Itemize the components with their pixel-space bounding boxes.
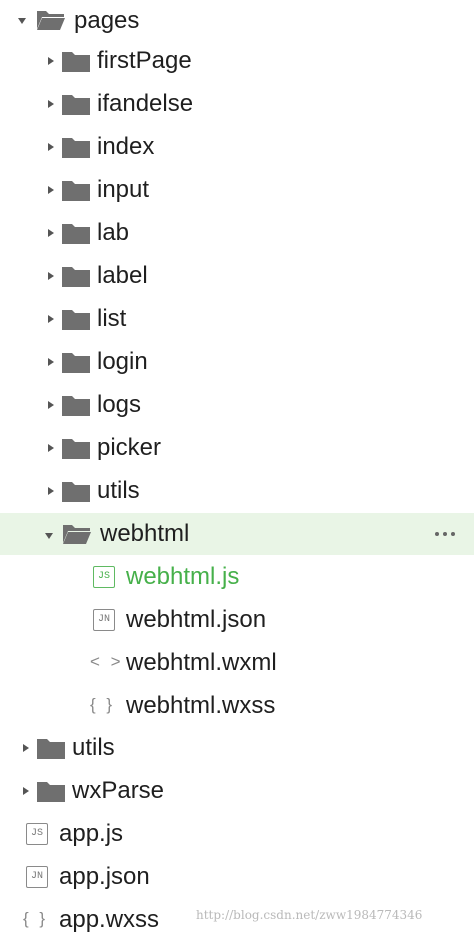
folder-icon — [37, 739, 65, 759]
folder-firstpage[interactable]: firstPage — [0, 40, 474, 82]
chevron-right-icon[interactable] — [48, 401, 54, 409]
js-file-icon: JS — [26, 823, 48, 845]
folder-index[interactable]: index — [0, 126, 474, 168]
folder-label: index — [97, 133, 155, 160]
folder-label: login — [97, 348, 148, 375]
wxss-file-icon: { } — [90, 695, 116, 714]
open-folder-icon — [63, 525, 91, 544]
folder-label: utils — [97, 477, 140, 504]
file-webhtml-json[interactable]: JN webhtml.json — [0, 599, 474, 641]
js-file-icon: JS — [93, 566, 115, 588]
file-webhtml-wxml[interactable]: < > webhtml.wxml — [0, 642, 474, 684]
file-webhtml-js[interactable]: JS webhtml.js — [0, 556, 474, 598]
json-file-icon: JN — [26, 866, 48, 888]
file-app-json[interactable]: JN app.json — [0, 856, 474, 898]
folder-label: input — [97, 176, 150, 203]
folder-pages[interactable]: pages — [0, 0, 474, 42]
watermark: http://blog.csdn.net/zww1984774346 — [196, 908, 423, 922]
folder-list[interactable]: list — [0, 298, 474, 340]
chevron-right-icon[interactable] — [23, 787, 29, 795]
file-webhtml-wxss[interactable]: { } webhtml.wxss — [0, 685, 474, 727]
file-label: app.js — [59, 820, 124, 847]
chevron-right-icon[interactable] — [48, 444, 54, 452]
folder-label: list — [97, 305, 127, 332]
folder-icon — [62, 138, 90, 158]
folder-icon — [62, 396, 90, 416]
folder-icon — [37, 782, 65, 802]
folder-label: pages — [74, 7, 140, 34]
chevron-right-icon[interactable] — [48, 229, 54, 237]
folder-icon — [62, 353, 90, 373]
folder-label: lab — [97, 219, 130, 246]
file-app-js[interactable]: JS app.js — [0, 813, 474, 855]
folder-label: wxParse — [72, 777, 165, 804]
folder-label: logs — [97, 391, 142, 418]
folder-logs[interactable]: logs — [0, 384, 474, 426]
folder-icon — [62, 310, 90, 330]
folder-icon — [62, 52, 90, 72]
folder-icon — [62, 224, 90, 244]
wxss-file-icon: { } — [23, 909, 49, 928]
chevron-right-icon[interactable] — [48, 143, 54, 151]
more-options-icon[interactable] — [430, 524, 460, 544]
chevron-right-icon[interactable] — [48, 57, 54, 65]
open-folder-icon — [37, 11, 65, 30]
folder-label: webhtml — [100, 520, 190, 547]
folder-icon — [62, 267, 90, 287]
chevron-right-icon[interactable] — [48, 315, 54, 323]
folder-icon — [62, 95, 90, 115]
folder-input[interactable]: input — [0, 169, 474, 211]
chevron-down-icon[interactable] — [45, 533, 53, 539]
folder-label: ifandelse — [97, 90, 194, 117]
folder-picker[interactable]: picker — [0, 427, 474, 469]
folder-icon — [62, 181, 90, 201]
folder-webhtml[interactable]: webhtml — [0, 513, 474, 555]
folder-utils-root[interactable]: utils — [0, 727, 474, 769]
folder-wxparse[interactable]: wxParse — [0, 770, 474, 812]
file-label: webhtml.wxss — [126, 692, 276, 719]
folder-label: label — [97, 262, 148, 289]
folder-label: picker — [97, 434, 162, 461]
file-label: app.wxss — [59, 906, 160, 933]
chevron-right-icon[interactable] — [48, 272, 54, 280]
folder-icon — [62, 439, 90, 459]
folder-icon — [62, 482, 90, 502]
folder-label-item[interactable]: label — [0, 255, 474, 297]
folder-label: utils — [72, 734, 115, 761]
chevron-right-icon[interactable] — [48, 487, 54, 495]
chevron-right-icon[interactable] — [48, 100, 54, 108]
folder-utils[interactable]: utils — [0, 470, 474, 512]
file-label: webhtml.wxml — [126, 649, 277, 676]
folder-lab[interactable]: lab — [0, 212, 474, 254]
json-file-icon: JN — [93, 609, 115, 631]
chevron-down-icon[interactable] — [18, 18, 26, 24]
file-label: webhtml.json — [126, 606, 267, 633]
wxml-file-icon: < > — [90, 652, 124, 671]
folder-label: firstPage — [97, 47, 192, 74]
file-label: webhtml.js — [126, 563, 240, 590]
file-label: app.json — [59, 863, 150, 890]
folder-login[interactable]: login — [0, 341, 474, 383]
chevron-right-icon[interactable] — [48, 186, 54, 194]
chevron-right-icon[interactable] — [48, 358, 54, 366]
chevron-right-icon[interactable] — [23, 744, 29, 752]
folder-ifandelse[interactable]: ifandelse — [0, 83, 474, 125]
